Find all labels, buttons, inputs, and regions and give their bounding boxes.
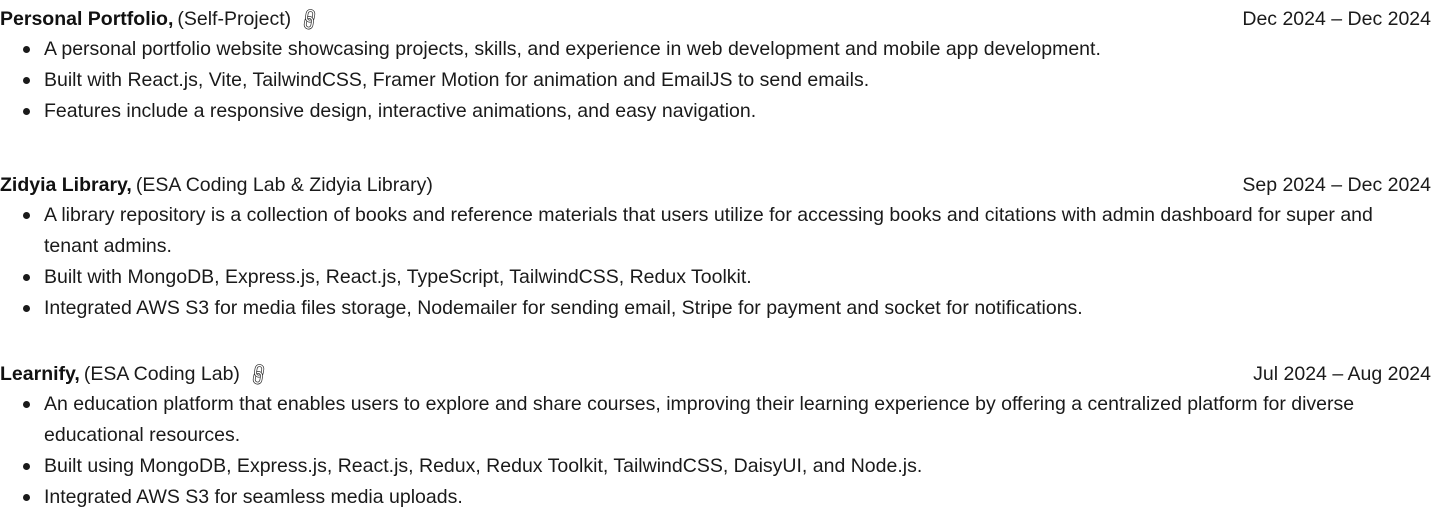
list-item: An education platform that enables users…	[0, 389, 1432, 451]
bullet-icon	[23, 77, 30, 84]
bullet-text: An education platform that enables users…	[44, 393, 1355, 446]
project-date: Jul 2024 – Aug 2024	[1253, 363, 1431, 385]
list-item: Integrated AWS S3 for media files storag…	[0, 293, 1432, 324]
project-organization: (ESA Coding Lab)	[83, 363, 240, 385]
list-item: Built with MongoDB, Express.js, React.js…	[0, 262, 1432, 293]
bullet-text: Built with React.js, Vite, TailwindCSS, …	[44, 69, 870, 91]
bullet-icon	[23, 463, 30, 470]
list-item: Integrated AWS S3 for seamless media upl…	[0, 482, 1432, 513]
bullet-list: A library repository is a collection of …	[0, 200, 1432, 324]
bullet-text: A personal portfolio website showcasing …	[44, 38, 1101, 60]
bullet-list: A personal portfolio website showcasing …	[0, 34, 1432, 127]
project-header: Personal Portfolio, (Self-Project) 🔗︎ Dec …	[0, 4, 1432, 34]
project-name: Zidyia Library,	[0, 174, 132, 196]
project-organization: (ESA Coding Lab & Zidyia Library)	[135, 174, 433, 196]
list-item: Features include a responsive design, in…	[0, 96, 1432, 127]
project-entry: Personal Portfolio, (Self-Project) 🔗︎ Dec …	[0, 4, 1432, 127]
list-item: A library repository is a collection of …	[0, 200, 1432, 262]
bullet-text: Built with MongoDB, Express.js, React.js…	[44, 266, 752, 288]
bullet-icon	[23, 494, 30, 501]
project-name: Learnify,	[0, 363, 80, 385]
link-icon[interactable]: 🔗︎	[293, 1, 328, 38]
project-date: Sep 2024 – Dec 2024	[1242, 174, 1431, 196]
list-item: A personal portfolio website showcasing …	[0, 34, 1432, 65]
bullet-icon	[23, 108, 30, 115]
bullet-icon	[23, 212, 30, 219]
project-entry: Learnify, (ESA Coding Lab) 🔗︎ Jul 2024 – A…	[0, 359, 1432, 513]
bullet-text: A library repository is a collection of …	[44, 204, 1373, 257]
project-entry: Zidyia Library, (ESA Coding Lab & Zidyia …	[0, 170, 1432, 324]
bullet-icon	[23, 274, 30, 281]
bullet-text: Integrated AWS S3 for media files storag…	[44, 297, 1083, 319]
bullet-icon	[23, 401, 30, 408]
project-organization: (Self-Project)	[177, 8, 292, 30]
bullet-text: Built using MongoDB, Express.js, React.j…	[44, 455, 923, 477]
project-date: Dec 2024 – Dec 2024	[1242, 8, 1431, 30]
project-header: Learnify, (ESA Coding Lab) 🔗︎ Jul 2024 – A…	[0, 359, 1432, 389]
bullet-icon	[23, 305, 30, 312]
project-header: Zidyia Library, (ESA Coding Lab & Zidyia …	[0, 170, 1432, 200]
list-item: Built using MongoDB, Express.js, React.j…	[0, 451, 1432, 482]
bullet-list: An education platform that enables users…	[0, 389, 1432, 513]
projects-section: Personal Portfolio, (Self-Project) 🔗︎ Dec …	[0, 0, 1432, 526]
project-name: Personal Portfolio,	[0, 8, 174, 30]
bullet-icon	[23, 46, 30, 53]
bullet-text: Integrated AWS S3 for seamless media upl…	[44, 486, 463, 508]
bullet-text: Features include a responsive design, in…	[44, 100, 757, 122]
list-item: Built with React.js, Vite, TailwindCSS, …	[0, 65, 1432, 96]
link-icon[interactable]: 🔗︎	[241, 356, 276, 393]
